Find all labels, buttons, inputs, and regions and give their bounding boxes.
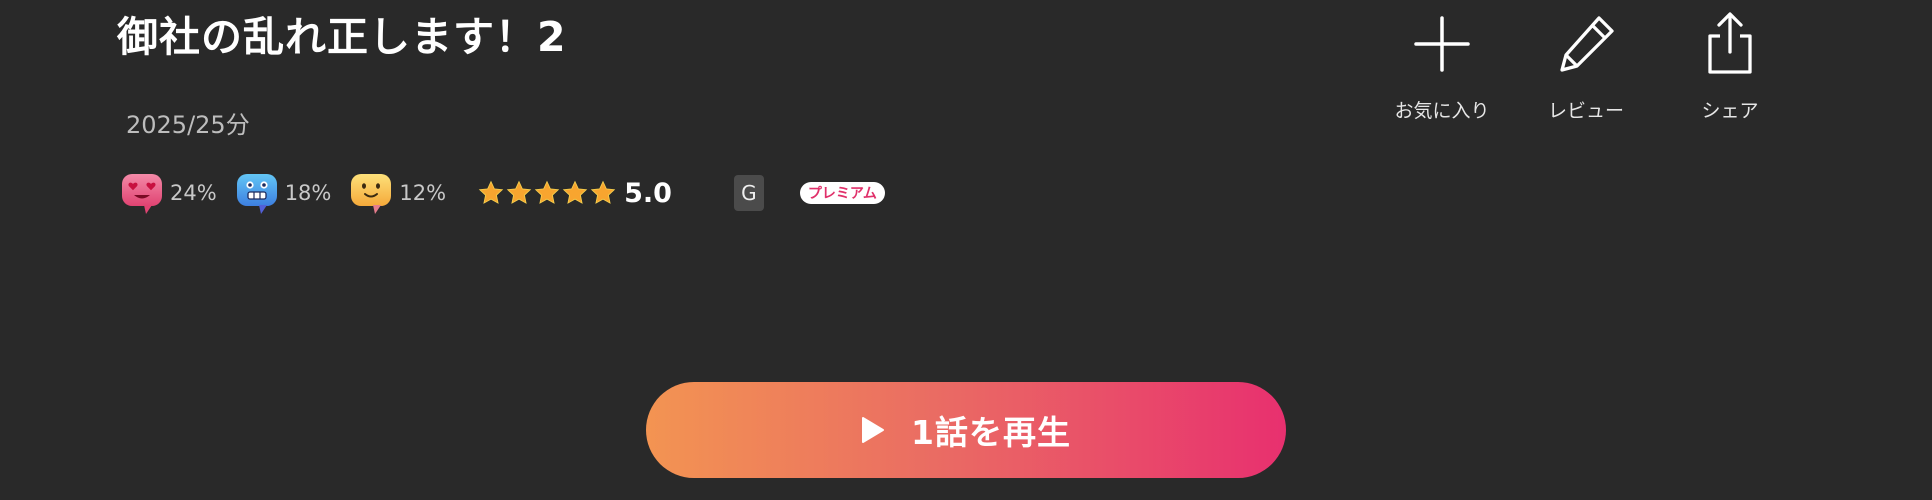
star-icon: [562, 180, 588, 204]
share-label: シェア: [1701, 100, 1759, 122]
review-button[interactable]: レビュー: [1514, 12, 1658, 123]
reaction-fun[interactable]: 18%: [235, 171, 332, 215]
reaction-love[interactable]: 24%: [120, 171, 217, 215]
age-rating-badge: G: [733, 175, 764, 211]
star-icon: [478, 180, 504, 204]
reaction-love-percent: 24%: [170, 181, 217, 205]
play-button-label: 1話を再生: [911, 413, 1071, 452]
star-icon: [534, 180, 560, 204]
smiling-face-icon: [351, 174, 392, 214]
page-title: 御社の乱れ正します！2: [117, 13, 567, 61]
favorite-button[interactable]: お気に入り: [1370, 12, 1514, 123]
content-detail-header: 御社の乱れ正します！2 2025/25分 24% 18% 12% 5.0 G プ…: [0, 0, 1932, 500]
plus-icon: [1410, 12, 1474, 76]
favorite-label: お気に入り: [1394, 100, 1490, 122]
reaction-smile[interactable]: 12%: [349, 171, 446, 215]
play-icon: [862, 417, 885, 443]
star-icon: [590, 180, 616, 204]
star-rating: 5.0: [478, 178, 672, 209]
rating-value: 5.0: [624, 177, 672, 209]
pencil-icon: [1554, 12, 1618, 76]
star-icon: [506, 180, 532, 204]
heart-eyes-face-icon: [122, 174, 162, 214]
share-icon: [1698, 12, 1762, 76]
release-year-duration: 2025/25分: [126, 111, 250, 139]
reaction-smile-percent: 12%: [399, 181, 447, 205]
action-buttons: お気に入り レビュー シェア: [1370, 12, 1802, 123]
reaction-fun-percent: 18%: [284, 181, 332, 205]
premium-badge: プレミアム: [799, 182, 885, 204]
stats-row: 24% 18% 12% 5.0 G プレミアム: [120, 170, 885, 216]
grinning-robot-face-icon: [236, 174, 277, 214]
share-button[interactable]: シェア: [1658, 12, 1802, 123]
review-label: レビュー: [1547, 100, 1624, 122]
play-episode-button[interactable]: 1話を再生: [646, 382, 1286, 478]
